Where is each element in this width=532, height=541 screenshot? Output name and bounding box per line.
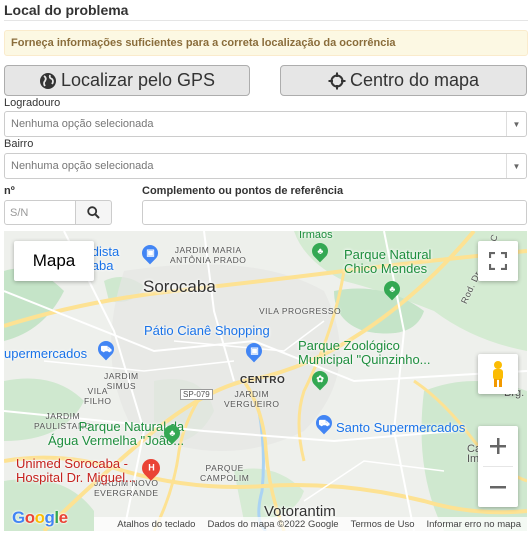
- neighborhood-label: JARDIM VERGUEIRO: [224, 389, 280, 409]
- neighborhood-label: VILA PROGRESSO: [259, 306, 342, 316]
- location-alert: Forneça informações suficientes para a c…: [4, 30, 528, 56]
- map-attribution: Atalhos do teclado Dados do mapa ©2022 G…: [94, 517, 527, 531]
- map-center-button[interactable]: Centro do mapa: [280, 65, 527, 96]
- poi-label: upermercados: [4, 346, 88, 361]
- poi-label: Santo Supermercados: [336, 420, 466, 435]
- map-type-button[interactable]: Mapa: [14, 241, 94, 281]
- numero-input[interactable]: S/N: [4, 200, 76, 225]
- city-label-sorocaba: Sorocaba: [143, 277, 216, 296]
- google-logo[interactable]: Google: [12, 508, 68, 528]
- poi-label: Parque Zoológico Municipal "Quinzinho...: [298, 338, 431, 367]
- locate-gps-label: Localizar pelo GPS: [60, 70, 216, 90]
- zoom-control: [478, 426, 518, 507]
- poi-label: Unimed Sorocaba - Hospital Dr. Miguel...: [16, 456, 136, 485]
- neighborhood-label: JARDIM MARIA ANTÔNIA PRADO: [170, 245, 247, 265]
- map-center-label: Centro do mapa: [349, 70, 480, 90]
- zoom-out-button[interactable]: [478, 467, 518, 507]
- keyboard-shortcuts-link[interactable]: Atalhos do teclado: [117, 519, 195, 530]
- map-view[interactable]: Sorocaba Votorantim JARDIM MARIA ANTÔNIA…: [4, 231, 527, 531]
- pegman-icon: [493, 361, 503, 387]
- locate-gps-button[interactable]: Localizar pelo GPS: [4, 65, 250, 96]
- search-number-button[interactable]: [75, 200, 112, 225]
- title-divider: [4, 20, 528, 21]
- chevron-down-icon: ▼: [506, 154, 526, 178]
- neighborhood-label: VILA FILHO: [84, 386, 112, 406]
- zoom-in-button[interactable]: [478, 426, 518, 466]
- poi-label: Pátio Cianê Shopping: [144, 323, 270, 338]
- logradouro-select[interactable]: Nenhuma opção selecionada ▼: [4, 111, 527, 137]
- map-data-text: Dados do mapa ©2022 Google: [207, 518, 339, 530]
- logradouro-value: Nenhuma opção selecionada: [11, 118, 154, 130]
- terms-link[interactable]: Termos de Uso: [351, 519, 415, 530]
- chevron-down-icon: ▼: [506, 112, 526, 136]
- numero-placeholder: S/N: [10, 207, 29, 219]
- neighborhood-label: PARQUE CAMPOLIM: [200, 463, 250, 483]
- bairro-select[interactable]: Nenhuma opção selecionada ▼: [4, 153, 527, 179]
- complemento-input[interactable]: [142, 200, 527, 225]
- poi-label: Irmãos: [299, 231, 333, 241]
- plus-icon: [490, 438, 506, 454]
- bairro-value: Nenhuma opção selecionada: [11, 160, 154, 172]
- numero-label: nº: [4, 185, 15, 197]
- fullscreen-button[interactable]: [478, 241, 518, 281]
- search-icon: [87, 206, 100, 219]
- complemento-label: Complemento ou pontos de referência: [142, 185, 344, 197]
- bairro-label: Bairro: [4, 138, 34, 150]
- fullscreen-icon: [489, 252, 507, 270]
- globe-icon: [39, 72, 56, 89]
- minus-icon: [490, 486, 506, 489]
- street-view-button[interactable]: [478, 354, 518, 394]
- report-error-link[interactable]: Informar erro no mapa: [426, 519, 521, 530]
- road-shield-label: SP-079: [180, 389, 213, 400]
- logradouro-label: Logradouro: [4, 97, 61, 109]
- section-title: Local do problema: [4, 2, 129, 18]
- neighborhood-label: CENTRO: [240, 375, 286, 386]
- crosshair-icon: [328, 72, 346, 89]
- poi-label: Parque Natural Chico Mendes: [344, 247, 432, 276]
